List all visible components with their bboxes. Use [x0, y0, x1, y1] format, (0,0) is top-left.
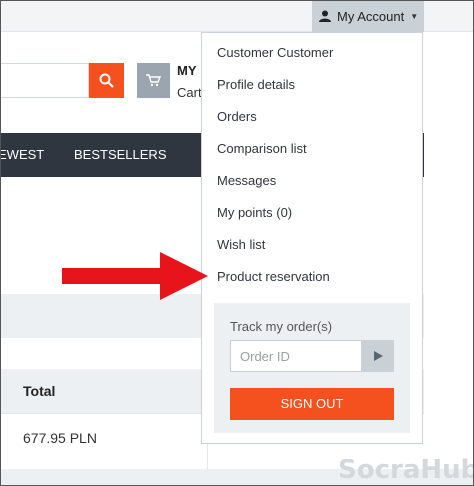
cart-title[interactable]: MY — [177, 63, 197, 78]
my-account-label: My Account — [337, 8, 405, 24]
chevron-down-icon: ▼ — [410, 11, 419, 21]
menu-item-messages[interactable]: Messages — [217, 173, 276, 188]
order-id-input[interactable] — [230, 340, 362, 372]
search-input[interactable] — [1, 63, 89, 98]
my-account-button[interactable]: My Account ▼ — [312, 0, 424, 32]
track-order-box: Track my order(s) SIGN OUT — [214, 303, 410, 433]
menu-item-profile-details[interactable]: Profile details — [217, 77, 295, 92]
cell-total: 677.95 PLN — [23, 430, 97, 446]
search-icon — [99, 73, 114, 88]
search-button[interactable] — [89, 63, 124, 98]
cart-subtitle[interactable]: Cart — [177, 85, 202, 100]
column-header-total: Total — [23, 383, 56, 399]
socrahub-watermark: SocraHub — [338, 455, 474, 485]
play-icon — [373, 351, 383, 361]
menu-item-wish-list[interactable]: Wish list — [217, 237, 265, 252]
track-order-label: Track my order(s) — [230, 319, 333, 334]
cart-button[interactable] — [137, 63, 170, 98]
menu-item-orders[interactable]: Orders — [217, 109, 257, 124]
track-order-submit-button[interactable] — [362, 340, 394, 372]
menu-item-comparison-list[interactable]: Comparison list — [217, 141, 307, 156]
cart-icon — [146, 74, 161, 87]
sign-out-button[interactable]: SIGN OUT — [230, 388, 394, 420]
top-bar: My Account ▼ — [1, 0, 473, 32]
nav-item-newest[interactable]: EWEST — [0, 133, 44, 177]
nav-item-bestsellers[interactable]: BESTSELLERS — [74, 133, 167, 177]
user-icon — [319, 10, 331, 22]
menu-item-customer-name[interactable]: Customer Customer — [217, 45, 333, 60]
account-dropdown-menu: Customer Customer Profile details Orders… — [201, 32, 423, 444]
red-arrow-annotation — [62, 252, 208, 300]
menu-item-my-points[interactable]: My points (0) — [217, 205, 292, 220]
menu-item-product-reservation[interactable]: Product reservation — [217, 269, 330, 284]
